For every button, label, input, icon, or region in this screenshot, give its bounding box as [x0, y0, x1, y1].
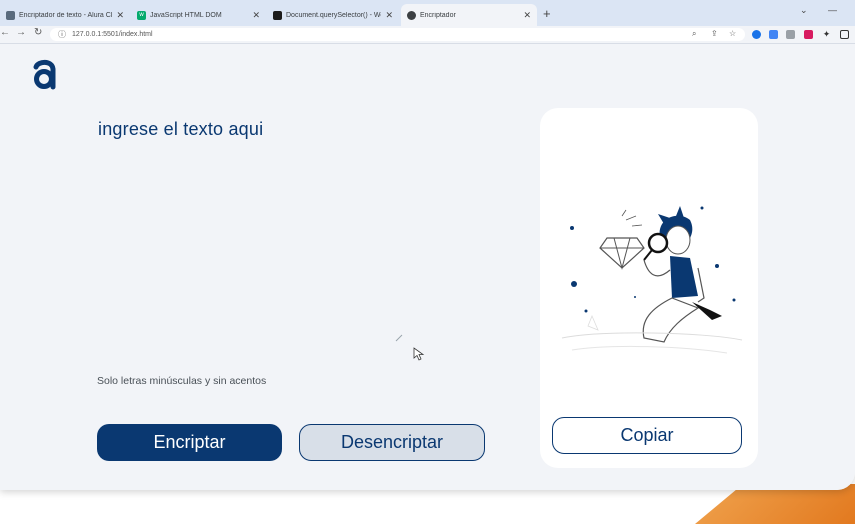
minimize-icon[interactable]: —: [828, 5, 837, 15]
info-icon: ⓘ: [58, 30, 66, 39]
browser-window: Encriptador de texto - Alura Cha ✕ w Jav…: [0, 0, 855, 490]
copy-button[interactable]: Copiar: [552, 417, 742, 454]
tab-title: Encriptador: [420, 11, 456, 19]
text-input[interactable]: ingrese el texto aqui: [98, 119, 263, 140]
alura-logo: [33, 59, 56, 90]
desktop-background: [695, 484, 855, 524]
tab-encriptador[interactable]: Encriptador ✕: [401, 4, 537, 26]
extension-icon[interactable]: [804, 30, 813, 39]
url-field[interactable]: ⓘ 127.0.0.1:5501/index.html ⌕ ⇪ ☆: [50, 28, 745, 41]
tab-encriptador-alura[interactable]: Encriptador de texto - Alura Cha ✕: [0, 4, 130, 26]
input-hint: Solo letras minúsculas y sin acentos: [97, 375, 267, 387]
zoom-icon[interactable]: ⌕: [692, 29, 696, 39]
back-arrow-icon[interactable]: ←: [0, 27, 10, 38]
extensions-icon[interactable]: ✦: [822, 29, 831, 39]
output-panel: Copiar: [540, 108, 758, 468]
resize-handle-icon[interactable]: [395, 334, 403, 342]
url-text: 127.0.0.1:5501/index.html: [72, 31, 153, 38]
close-icon[interactable]: ✕: [252, 10, 260, 21]
tab-queryselector[interactable]: Document.querySelector() - Web ✕: [267, 4, 399, 26]
mdn-favicon-icon: [273, 10, 282, 20]
globe-icon: [407, 10, 416, 20]
star-icon[interactable]: ☆: [729, 29, 736, 38]
mouse-cursor-icon: [413, 347, 425, 361]
alura-favicon-icon: [6, 10, 15, 20]
page-content: ingrese el texto aqui Solo letras minúsc…: [0, 44, 855, 490]
forward-arrow-icon[interactable]: →: [16, 27, 26, 38]
tab-title: Document.querySelector() - Web: [286, 11, 382, 19]
chevron-down-icon[interactable]: ⌄: [800, 5, 808, 16]
extension-icon[interactable]: [769, 30, 778, 39]
tab-javascript-dom[interactable]: w JavaScript HTML DOM ✕: [131, 4, 266, 26]
close-icon[interactable]: ✕: [523, 10, 531, 21]
tab-title: JavaScript HTML DOM: [150, 11, 222, 19]
tab-strip: Encriptador de texto - Alura Cha ✕ w Jav…: [0, 0, 855, 26]
person-with-magnifier-illustration: [561, 206, 743, 354]
close-icon[interactable]: ✕: [385, 10, 393, 21]
encrypt-button[interactable]: Encriptar: [97, 424, 282, 461]
w3schools-favicon-icon: w: [137, 10, 146, 20]
share-icon[interactable]: ⇪: [711, 29, 718, 38]
address-bar: ← → ↻ ⓘ 127.0.0.1:5501/index.html ⌕ ⇪ ☆: [0, 26, 855, 44]
sidebar-icon[interactable]: [840, 30, 849, 39]
reload-icon[interactable]: ↻: [34, 27, 42, 38]
tab-title: Encriptador de texto - Alura Cha: [19, 11, 113, 19]
decrypt-button[interactable]: Desencriptar: [299, 424, 485, 461]
extension-icon[interactable]: [752, 30, 761, 39]
close-icon[interactable]: ✕: [116, 10, 124, 21]
extension-icon[interactable]: [786, 30, 795, 39]
new-tab-button[interactable]: +: [543, 6, 551, 21]
